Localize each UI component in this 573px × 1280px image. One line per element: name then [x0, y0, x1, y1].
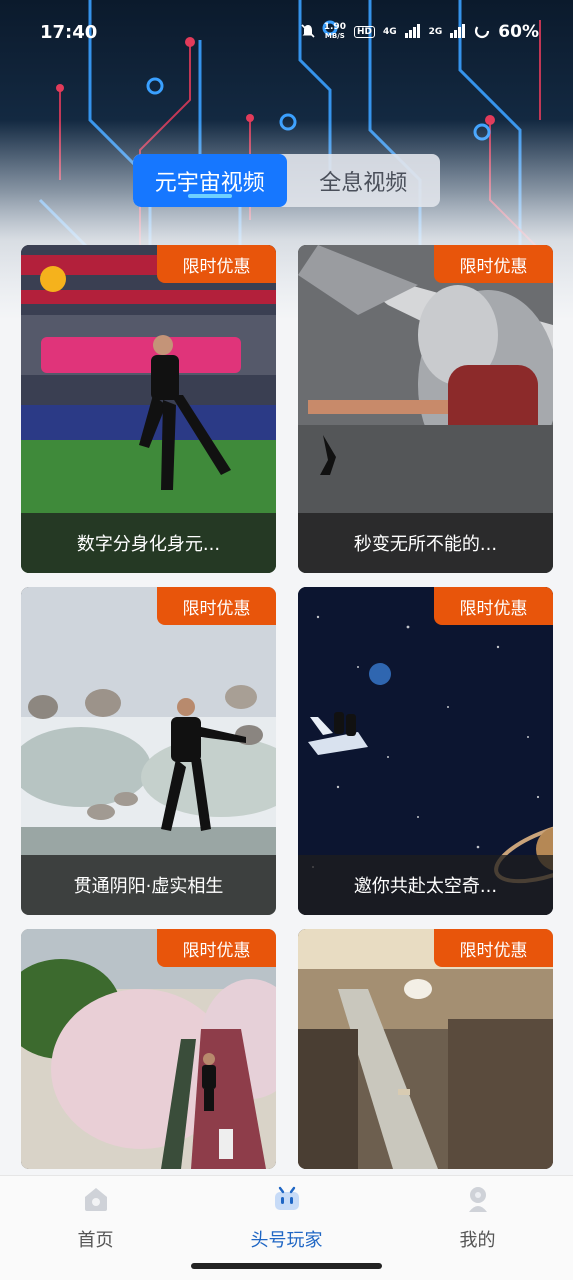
profile-icon	[468, 1187, 487, 1212]
battery-level: 60%	[498, 22, 539, 42]
video-card[interactable]: 限时优惠 秒变无所不能的...	[298, 245, 553, 573]
video-title: 邀你共赴太空奇...	[298, 855, 553, 915]
sim1-network-tag: 4G	[382, 27, 397, 37]
promo-badge: 限时优惠	[157, 929, 276, 967]
tab-metaverse-video[interactable]: 元宇宙视频	[133, 154, 287, 207]
player-icon	[274, 1186, 299, 1210]
nav-label: 首页	[77, 1230, 114, 1251]
app-screen: 17:40 1.90 MB/S HD 4G 2G 60% 元宇宙视频 全息视频 …	[0, 0, 573, 1280]
mute-icon	[300, 23, 316, 42]
signal-icon	[404, 23, 421, 41]
status-bar: 17:40 1.90 MB/S HD 4G 2G 60%	[0, 0, 573, 64]
video-card[interactable]: 限时优惠 数字分身化身元...	[21, 245, 276, 573]
tab-label: 元宇宙视频	[154, 170, 265, 196]
promo-badge: 限时优惠	[434, 929, 553, 967]
hd-badge: HD	[353, 26, 375, 38]
video-card[interactable]: 限时优惠 邀你共赴太空奇...	[298, 587, 553, 915]
battery-icon	[474, 23, 490, 42]
video-card[interactable]: 限时优惠	[21, 929, 276, 1169]
sim2-network-tag: 2G	[428, 27, 443, 37]
promo-badge: 限时优惠	[157, 587, 276, 625]
nav-item-home[interactable]: 首页	[0, 1176, 191, 1280]
network-speed: 1.90 MB/S	[324, 23, 346, 41]
active-tab-indicator	[187, 194, 232, 198]
nav-item-profile[interactable]: 我的	[382, 1176, 573, 1280]
network-speed-unit: MB/S	[324, 32, 345, 40]
video-title: 秒变无所不能的...	[298, 513, 553, 573]
promo-badge: 限时优惠	[434, 587, 553, 625]
promo-badge: 限时优惠	[434, 245, 553, 283]
network-speed-value: 1.90	[323, 22, 346, 32]
signal-icon	[450, 23, 466, 41]
home-icon	[84, 1188, 107, 1211]
video-title: 贯通阴阳·虚实相生	[21, 855, 276, 915]
nav-label: 头号玩家	[250, 1230, 323, 1251]
nav-label: 我的	[459, 1230, 496, 1251]
promo-badge: 限时优惠	[157, 245, 276, 283]
video-card[interactable]: 限时优惠	[298, 929, 553, 1169]
video-type-tabs: 元宇宙视频 全息视频	[133, 154, 440, 207]
video-title: 数字分身化身元...	[21, 513, 276, 573]
status-icons: 1.90 MB/S HD 4G 2G 60%	[300, 22, 539, 42]
status-time: 17:40	[40, 22, 98, 43]
video-card[interactable]: 限时优惠 贯通阴阳·虚实相生	[21, 587, 276, 915]
home-indicator[interactable]	[191, 1263, 382, 1269]
tab-hologram-video[interactable]: 全息视频	[287, 154, 441, 207]
tab-label: 全息视频	[319, 170, 408, 196]
